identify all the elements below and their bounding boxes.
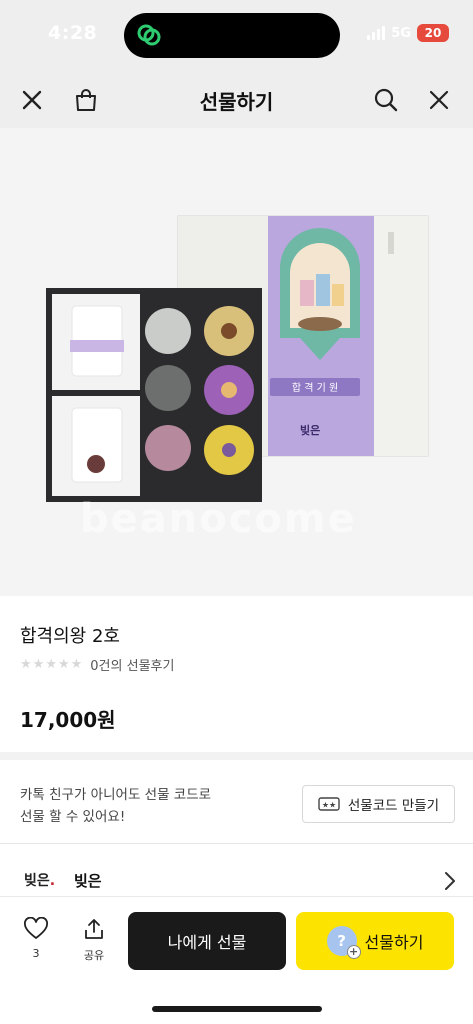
rating-row[interactable]: ★ ★ ★ ★ ★ 0건의 선물후기	[20, 655, 174, 674]
brand-name: 빚은	[74, 872, 102, 890]
star-icon: ★	[32, 657, 45, 672]
heart-icon	[24, 916, 48, 939]
brand-logo: 빚은.	[24, 873, 56, 889]
star-icon: ★	[20, 657, 32, 672]
send-gift-label: 선물하기	[364, 933, 424, 952]
image-watermark: beanocome	[80, 496, 357, 542]
dynamic-island	[124, 13, 340, 58]
star-icon: ★	[57, 657, 70, 672]
gift-note-line1: 카톡 친구가 아니어도 선물 코드로	[20, 787, 212, 803]
status-indicators: 5G 20	[367, 24, 449, 42]
wish-button[interactable]: 3	[16, 916, 56, 960]
battery-icon: 20	[417, 24, 449, 42]
svg-text:합 격 기 원: 합 격 기 원	[292, 381, 338, 394]
product-image[interactable]: 합 격 기 원 빚은 beanocome	[0, 128, 473, 596]
svg-text:빚은: 빚은	[300, 423, 320, 437]
status-bar: 4:28 5G 20	[0, 0, 473, 72]
ticket-icon: ★★	[318, 797, 340, 811]
network-type: 5G	[391, 25, 411, 41]
signal-icon	[367, 26, 386, 40]
gift-to-me-label: 나에게 선물	[167, 933, 247, 952]
section-divider	[0, 843, 473, 844]
status-time: 4:28	[48, 22, 98, 44]
friend-avatar-icon: ? +	[326, 926, 361, 959]
svg-text:★★: ★★	[322, 801, 336, 810]
gift-code-label: 선물코드 만들기	[347, 798, 440, 814]
bottom-action-bar: 3 공유 나에게 선물 ? + 선물하기	[0, 896, 473, 1024]
wish-count: 3	[32, 947, 40, 960]
exit-button[interactable]	[421, 82, 457, 118]
gift-to-me-button[interactable]: 나에게 선물	[128, 912, 286, 970]
gift-code-button[interactable]: ★★ 선물코드 만들기	[302, 785, 455, 823]
top-nav-bar: 선물하기	[0, 72, 473, 128]
gift-code-note: 카톡 친구가 아니어도 선물 코드로 선물 할 수 있어요!	[20, 784, 211, 828]
chat-bubble-icon	[137, 24, 161, 46]
send-gift-button[interactable]: ? + 선물하기	[296, 912, 454, 970]
search-icon	[374, 88, 398, 112]
home-indicator[interactable]	[152, 1006, 322, 1012]
chevron-right-icon	[445, 872, 455, 890]
review-count: 0건의 선물후기	[90, 659, 175, 674]
share-icon	[85, 919, 103, 939]
section-divider	[0, 752, 473, 760]
product-price: 17,000원	[20, 708, 116, 732]
close-icon	[429, 90, 449, 110]
rating-stars: ★ ★ ★ ★ ★	[20, 657, 82, 672]
product-name: 합격의왕 2호	[20, 626, 120, 647]
search-button[interactable]	[368, 82, 404, 118]
share-label: 공유	[83, 949, 105, 962]
star-icon: ★	[70, 657, 83, 672]
gift-note-line2: 선물 할 수 있어요!	[20, 809, 126, 825]
star-icon: ★	[45, 657, 57, 672]
share-button[interactable]: 공유	[74, 917, 114, 963]
